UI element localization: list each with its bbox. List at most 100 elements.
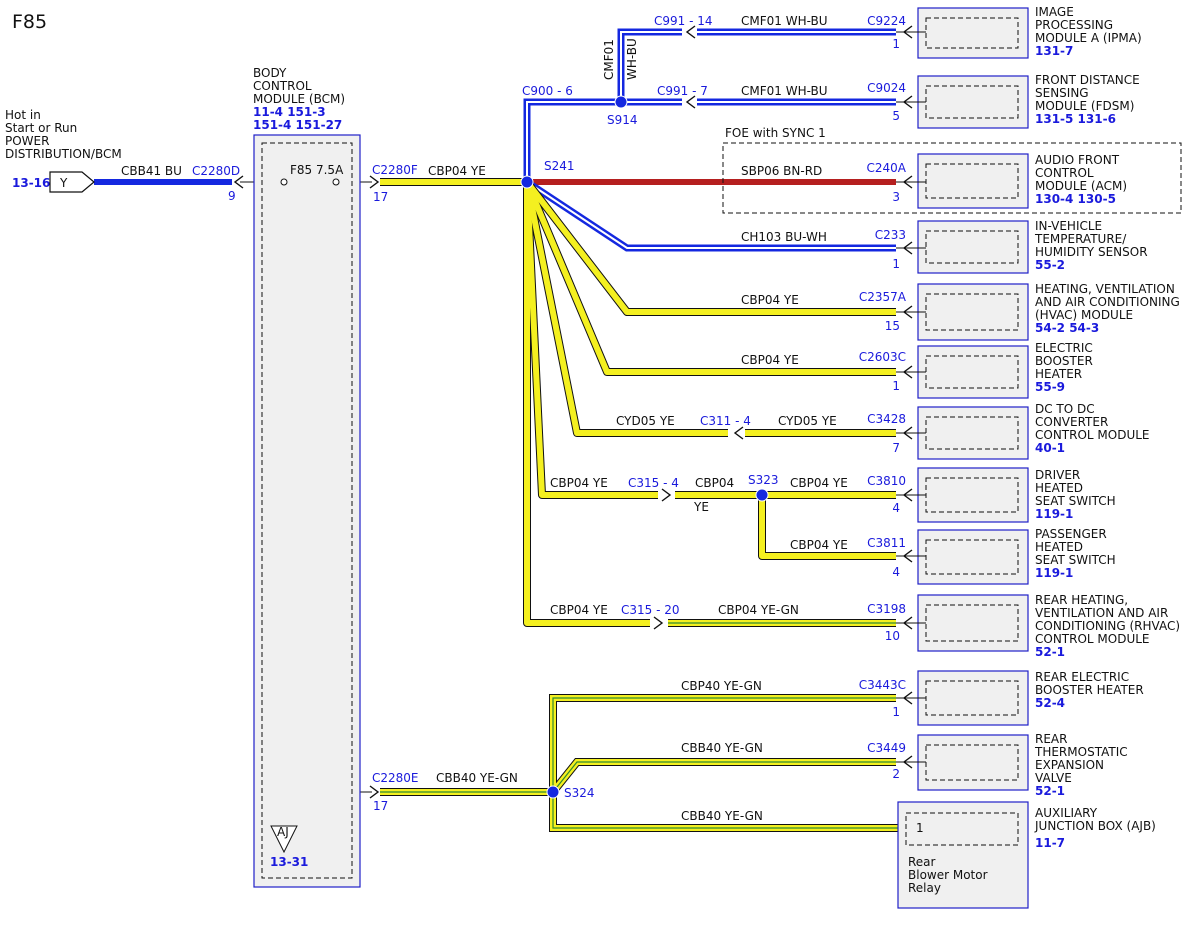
wire-label: CBB40 YE-GN xyxy=(681,809,763,823)
module-ref[interactable]: 52-1 xyxy=(1035,645,1065,659)
module-box xyxy=(917,345,1029,399)
module-label-line: EXPANSION xyxy=(1035,758,1104,772)
wire-label: CH103 BU-WH xyxy=(741,230,827,244)
diagram-title: F85 xyxy=(12,11,47,33)
module-ref[interactable]: 55-9 xyxy=(1035,380,1065,394)
module-phss: C3811 4 PASSENGERHEATEDSEAT SWITCH119-1 xyxy=(867,527,1116,585)
module-dcdc: C3428 7 DC TO DCCONVERTERCONTROL MODULE40-… xyxy=(867,402,1150,460)
bcm-box xyxy=(253,134,361,888)
pin-label: 1 xyxy=(892,379,900,393)
module-box xyxy=(917,7,1029,59)
power-source: Hot in Start or Run POWER DISTRIBUTION/B… xyxy=(5,108,240,203)
wire-label: CBP04 YE xyxy=(790,538,848,552)
module-box xyxy=(917,734,1029,791)
module-label-line: CONVERTER xyxy=(1035,415,1108,429)
bcm-ref[interactable]: 11-4 151-3 xyxy=(253,105,326,119)
module-ipma: C9224 1 IMAGEPROCESSINGMODULE A (IPMA)131-… xyxy=(867,5,1142,59)
module-label-line: THERMOSTATIC xyxy=(1034,745,1128,759)
connector-label-c311: C311 - 4 xyxy=(700,414,751,428)
module-label-line: JUNCTION BOX (AJB) xyxy=(1034,819,1156,833)
wire-label: CBP40 YE-GN xyxy=(681,679,762,693)
wire-layer xyxy=(94,28,906,832)
connector-label-c991-14: C991 - 14 xyxy=(654,14,713,28)
relay-label-line: Relay xyxy=(908,881,941,895)
power-source-ref[interactable]: 13-16 xyxy=(12,176,50,190)
module-box xyxy=(917,153,1029,209)
module-rebh: C3443C 1 REAR ELECTRICBOOSTER HEATER52-4 xyxy=(859,670,1144,726)
connector-label-c233: C233 xyxy=(875,228,906,242)
arrow-c315-20 xyxy=(653,616,664,630)
module-ref[interactable]: 130-4 130-5 xyxy=(1035,192,1116,206)
module-label-line: AUDIO FRONT xyxy=(1035,153,1120,167)
module-label-line: IN-VEHICLE xyxy=(1035,219,1102,233)
power-source-line: Hot in xyxy=(5,108,41,122)
bcm-label-line: BODY xyxy=(253,66,287,80)
module-fdsm: C9024 5 FRONT DISTANCESENSINGMODULE (FDSM)… xyxy=(867,73,1140,129)
module-rhvac: C319810REAR HEATING,VENTILATION AND AIRC… xyxy=(867,593,1180,659)
module-label-line: DC TO DC xyxy=(1035,402,1095,416)
connector-label-c9224: C9224 xyxy=(867,14,906,28)
module-ref[interactable]: 54-2 54-3 xyxy=(1035,321,1099,335)
wire-label: CBP04 YE xyxy=(741,353,799,367)
wire-label: CBB40 YE-GN xyxy=(436,771,518,785)
module-ref[interactable]: 131-7 xyxy=(1035,44,1073,58)
module-label-line: REAR xyxy=(1035,732,1067,746)
pin-label: 15 xyxy=(885,319,900,333)
wire-label: CBP04 xyxy=(695,476,734,490)
arrow-c315-4 xyxy=(661,488,672,502)
pin-label: 4 xyxy=(892,501,900,515)
module-ref[interactable]: 55-2 xyxy=(1035,258,1065,272)
connector-label-c2603c: C2603C xyxy=(859,350,906,364)
splice-label-s324: S324 xyxy=(564,786,595,800)
module-ref[interactable]: 52-4 xyxy=(1035,696,1065,710)
bcm-module: BODY CONTROL MODULE (BCM) 11-4 151-3 151… xyxy=(253,66,361,888)
relay-label-line: Rear xyxy=(908,855,936,869)
module-label-line: TEMPERATURE/ xyxy=(1034,232,1127,246)
wire-cmf01 xyxy=(523,28,896,182)
bcm-node xyxy=(280,178,288,186)
connector-label-c2280f: C2280F xyxy=(372,163,418,177)
module-ref[interactable]: 52-1 xyxy=(1035,784,1065,798)
module-acm: C240A 3 AUDIO FRONTCONTROLMODULE (ACM)130-… xyxy=(867,153,1127,209)
foe-label: FOE with SYNC 1 xyxy=(725,126,826,140)
module-ref[interactable]: 40-1 xyxy=(1035,441,1065,455)
bcm-ref[interactable]: 151-4 151-27 xyxy=(253,118,342,132)
ground-flag-label: AJ xyxy=(277,825,289,839)
wiring-diagram: F85 Hot in Start or Run POWER DISTRIBUTI… xyxy=(5,5,1182,909)
arrow-c311 xyxy=(733,426,744,440)
relay-label-line: Blower Motor xyxy=(908,868,988,882)
module-ref[interactable]: 131-5 131-6 xyxy=(1035,112,1116,126)
connector-label-c9024: C9024 xyxy=(867,81,906,95)
module-dhss: C3810 4 DRIVERHEATEDSEAT SWITCH119-1 xyxy=(867,467,1116,523)
module-ref[interactable]: 119-1 xyxy=(1035,507,1073,521)
module-box xyxy=(917,670,1029,726)
module-ref[interactable]: 119-1 xyxy=(1035,566,1073,580)
module-label-line: HEATED xyxy=(1035,481,1083,495)
wire-label-cbb41: CBB41 BU xyxy=(121,164,182,178)
module-ref[interactable]: 11-7 xyxy=(1035,836,1065,850)
connector-label-c991-7: C991 - 7 xyxy=(657,84,708,98)
module-hvac: C2357A 15 HEATING, VENTILATIONAND AIR COND… xyxy=(859,282,1180,341)
module-label-line: SEAT SWITCH xyxy=(1035,553,1116,567)
wire-label: CMF01 WH-BU xyxy=(741,14,828,28)
module-label-line: DRIVER xyxy=(1035,468,1080,482)
module-boxes: C92241IMAGEPROCESSINGMODULE A (IPMA)131-… xyxy=(859,5,1180,909)
module-label-line: CONDITIONING (RHVAC) xyxy=(1035,619,1180,633)
module-label-line: FRONT DISTANCE xyxy=(1035,73,1140,87)
splice-label-s241: S241 xyxy=(544,159,575,173)
module-label-line: MODULE (FDSM) xyxy=(1035,99,1134,113)
ground-ref[interactable]: 13-31 xyxy=(270,855,308,869)
module-box xyxy=(917,467,1029,523)
module-label-line: CONTROL xyxy=(1035,166,1094,180)
wire-label: CBP04 YE xyxy=(428,164,486,178)
connector-label-c3428: C3428 xyxy=(867,412,906,426)
connector-label-c315-4: C315 - 4 xyxy=(628,476,679,490)
pin-label: 4 xyxy=(892,565,900,579)
pin-label: 9 xyxy=(228,189,236,203)
power-source-line: Start or Run xyxy=(5,121,77,135)
pin-label: 1 xyxy=(916,821,924,835)
module-label-line: MODULE A (IPMA) xyxy=(1035,31,1142,45)
module-label-line: HEATING, VENTILATION xyxy=(1035,282,1175,296)
wire-label: YE xyxy=(693,500,709,514)
splice-label-s323: S323 xyxy=(748,473,779,487)
